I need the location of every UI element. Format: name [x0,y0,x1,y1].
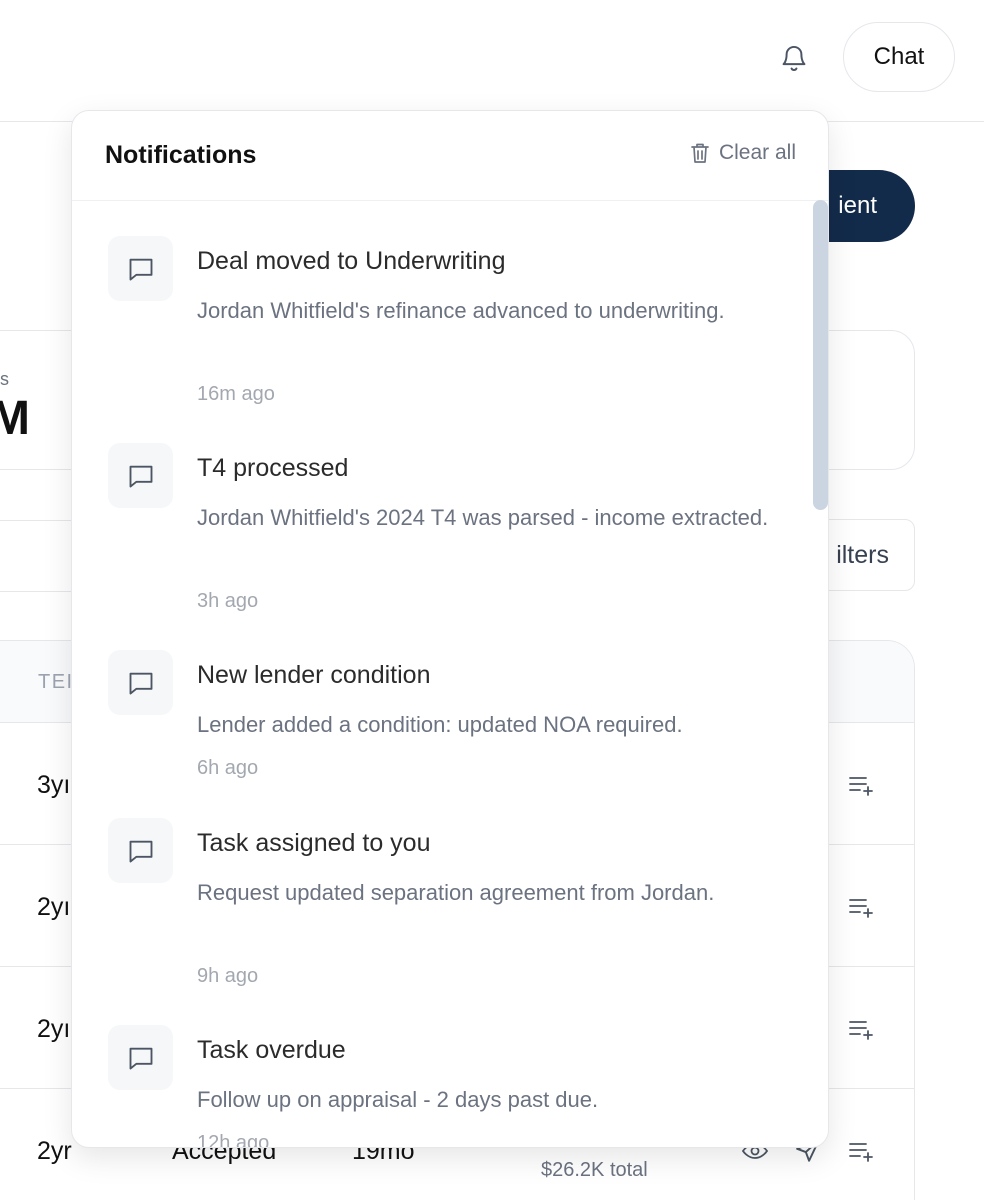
total-cell: $26.2K total [541,1159,648,1181]
notifications-list: Deal moved to Underwriting Jordan Whitfi… [72,201,828,1148]
notification-time: 3h ago [197,590,259,612]
clear-all-label: Clear all [718,141,796,164]
trash-icon [691,143,709,163]
term-cell: 2yı [37,893,71,921]
notification-body: Follow up on appraisal - 2 days past due… [197,1087,599,1112]
bell-icon [782,46,806,71]
notification-time: 6h ago [197,757,259,779]
stat-label: s [0,369,9,389]
notification-time: 12h ago [197,1132,270,1148]
clear-all-button[interactable]: Clear all [689,141,796,165]
stat-value: M [0,392,30,445]
notification-title: Deal moved to Underwriting [197,247,506,275]
message-icon [108,236,173,301]
notification-time: 16m ago [197,383,275,405]
add-note-icon[interactable] [847,893,875,921]
notification-title: Task assigned to you [197,829,431,857]
notification-title: New lender condition [197,661,431,689]
notification-time: 9h ago [197,965,259,987]
notification-body: Jordan Whitfield's refinance advanced to… [197,298,725,323]
notification-title: T4 processed [197,454,349,482]
notification-title: Task overdue [197,1036,346,1064]
notifications-title: Notifications [105,141,257,169]
message-icon [108,818,173,883]
notification-body: Jordan Whitfield's 2024 T4 was parsed - … [197,505,769,530]
term-cell: 2yı [37,1015,71,1043]
notifications-popover: Notifications Clear all Deal moved to Un… [71,110,829,1148]
notifications-bell-button[interactable] [772,36,816,80]
top-bar: Chat [0,0,984,122]
chat-button[interactable]: Chat [843,22,955,92]
notifications-scrollbar[interactable] [813,200,828,510]
notifications-header: Notifications Clear all [72,111,828,201]
notification-body: Lender added a condition: updated NOA re… [197,712,683,737]
term-cell: 3yı [37,771,71,799]
message-icon [108,443,173,508]
term-cell: 2yr [37,1137,72,1165]
column-header-term: TEI [38,671,74,693]
add-note-icon[interactable] [847,1137,875,1165]
message-icon [108,650,173,715]
message-icon [108,1025,173,1090]
notification-body: Request updated separation agreement fro… [197,880,715,905]
add-note-icon[interactable] [847,771,875,799]
add-note-icon[interactable] [847,1015,875,1043]
